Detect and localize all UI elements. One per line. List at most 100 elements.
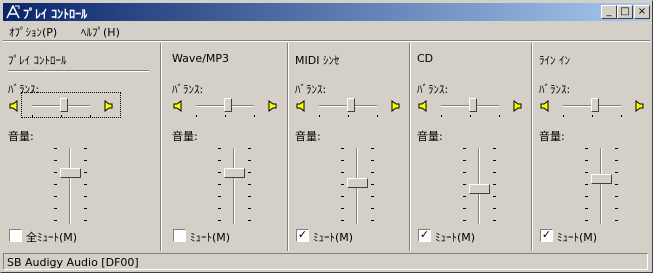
column-title: ﾗｲﾝ ｲﾝ <box>539 54 570 67</box>
volume-tick <box>54 172 57 173</box>
volume-tick <box>493 148 496 149</box>
checkbox-box[interactable] <box>9 229 22 242</box>
speaker-right-icon <box>510 100 522 112</box>
minimize-button[interactable]: _ <box>601 5 617 19</box>
volume-tick <box>218 172 221 173</box>
volume-thumb[interactable] <box>60 167 81 178</box>
volume-tick <box>585 208 588 209</box>
volume-tick <box>585 160 588 161</box>
mixer-column: MIDI ｼﾝｾ ﾊﾞﾗﾝｽ: 音量: ✓ ﾐｭｰﾄ(M) <box>295 43 435 251</box>
column-separator <box>160 43 162 251</box>
volume-tick <box>54 184 57 185</box>
volume-tick <box>341 160 344 161</box>
volume-tick <box>371 208 374 209</box>
balance-tick <box>254 115 255 117</box>
column-title: ﾌﾟﾚｲ ｺﾝﾄﾛｰﾙ <box>8 54 67 67</box>
volume-tick <box>585 220 588 221</box>
checkmark-icon[interactable]: ✓ <box>418 229 431 242</box>
volume-tick <box>248 208 251 209</box>
speaker-left-icon <box>173 100 185 112</box>
volume-tick <box>493 208 496 209</box>
volume-label: 音量: <box>295 130 321 143</box>
balance-tick <box>61 115 62 117</box>
menu-help[interactable]: ﾍﾙﾌﾟ(H) <box>81 24 120 40</box>
balance-tick <box>319 115 320 117</box>
menu-options[interactable]: ｵﾌﾟｼｮﾝ(P) <box>9 24 57 40</box>
volume-tick <box>493 196 496 197</box>
volume-tick <box>371 160 374 161</box>
volume-slider[interactable] <box>51 148 91 224</box>
balance-slider[interactable] <box>172 94 282 118</box>
close-button[interactable]: × <box>634 5 650 19</box>
balance-slider[interactable] <box>295 94 405 118</box>
balance-slider[interactable] <box>417 94 527 118</box>
status-text: SB Audigy Audio [DF00] <box>7 256 139 269</box>
maximize-button[interactable]: □ <box>617 5 633 19</box>
balance-thumb[interactable] <box>590 98 599 112</box>
volume-tick <box>248 160 251 161</box>
volume-tick <box>371 220 374 221</box>
speaker-right-icon <box>388 100 400 112</box>
volume-slider[interactable] <box>582 148 622 224</box>
mixer-column: Wave/MP3 ﾊﾞﾗﾝｽ: 音量: ﾐｭｰﾄ(M) <box>172 43 312 251</box>
volume-tick <box>585 196 588 197</box>
volume-tick <box>218 148 221 149</box>
volume-tick <box>341 148 344 149</box>
volume-tick <box>248 196 251 197</box>
checkmark-icon[interactable]: ✓ <box>540 229 553 242</box>
balance-thumb[interactable] <box>346 98 355 112</box>
volume-tick <box>248 148 251 149</box>
speaker-right-icon <box>101 100 113 112</box>
balance-tick <box>563 115 564 117</box>
mute-label: ﾐｭｰﾄ(M) <box>313 231 354 244</box>
volume-thumb[interactable] <box>224 167 245 178</box>
speaker-right-icon <box>632 100 644 112</box>
volume-slider[interactable] <box>338 148 378 224</box>
volume-tick <box>218 184 221 185</box>
mixer-icon <box>6 5 20 19</box>
volume-label: 音量: <box>539 130 565 143</box>
mixer-column: ﾌﾟﾚｲ ｺﾝﾄﾛｰﾙ ﾊﾞﾗﾝｽ: 音量: 全ﾐｭｰﾄ(M) <box>8 43 149 251</box>
status-bar: SB Audigy Audio [DF00] <box>3 253 650 271</box>
volume-label: 音量: <box>417 130 443 143</box>
volume-tick <box>341 220 344 221</box>
balance-thumb[interactable] <box>59 98 68 112</box>
speaker-left-icon <box>540 100 552 112</box>
volume-thumb[interactable] <box>591 174 612 185</box>
volume-tick <box>615 172 618 173</box>
volume-tick <box>463 196 466 197</box>
volume-tick <box>218 196 221 197</box>
menu-divider <box>3 40 650 42</box>
speaker-right-icon <box>265 100 277 112</box>
volume-slider[interactable] <box>460 148 500 224</box>
volume-tick <box>615 184 618 185</box>
menu-bar: ｵﾌﾟｼｮﾝ(P) ﾍﾙﾌﾟ(H) <box>3 22 650 40</box>
volume-tick <box>218 220 221 221</box>
title-bar[interactable]: ﾌﾟﾚｲ ｺﾝﾄﾛｰﾙ _ □ × <box>3 3 650 21</box>
balance-thumb[interactable] <box>223 98 232 112</box>
volume-tick <box>463 160 466 161</box>
balance-tick <box>499 115 500 117</box>
volume-track <box>233 148 235 224</box>
column-title: Wave/MP3 <box>172 52 230 65</box>
volume-tick <box>54 160 57 161</box>
volume-slider[interactable] <box>215 148 255 224</box>
volume-tick <box>615 220 618 221</box>
checkmark-icon[interactable]: ✓ <box>296 229 309 242</box>
volume-tick <box>54 196 57 197</box>
mixer-column: ﾗｲﾝ ｲﾝ ﾊﾞﾗﾝｽ: 音量: ✓ ﾐｭｰﾄ(M) <box>539 43 653 251</box>
volume-thumb[interactable] <box>347 177 368 188</box>
mute-label: 全ﾐｭｰﾄ(M) <box>26 231 78 244</box>
checkbox-box[interactable] <box>173 229 186 242</box>
column-title: MIDI ｼﾝｾ <box>295 54 340 67</box>
volume-thumb[interactable] <box>469 184 490 195</box>
volume-tick <box>248 184 251 185</box>
balance-thumb[interactable] <box>468 98 477 112</box>
volume-tick <box>615 148 618 149</box>
balance-slider[interactable] <box>539 94 649 118</box>
balance-tick <box>32 115 33 117</box>
balance-tick <box>470 115 471 117</box>
balance-slider[interactable] <box>8 94 118 118</box>
volume-tick <box>54 208 57 209</box>
volume-tick <box>84 220 87 221</box>
